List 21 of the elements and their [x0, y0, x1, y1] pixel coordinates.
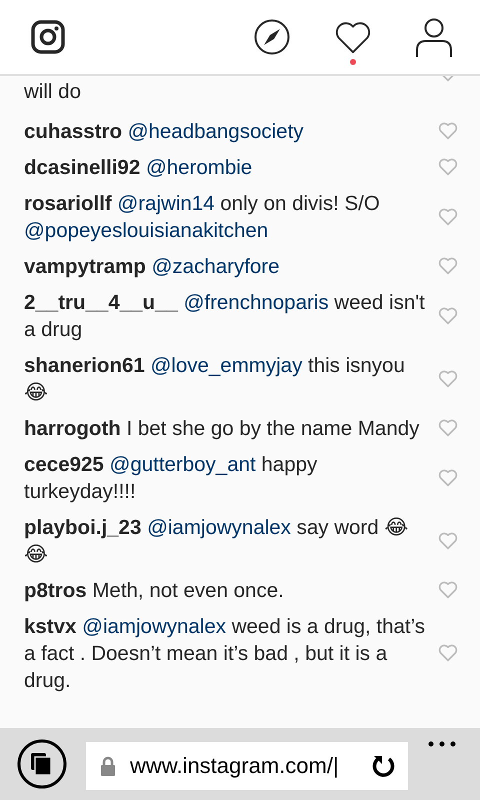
- comment-text: will do: [24, 79, 82, 105]
- refresh-icon[interactable]: [372, 754, 396, 778]
- comment-text: p8tros Meth, not even once.: [24, 578, 285, 604]
- lock-icon: [100, 756, 116, 776]
- comment-text: cuhasstro @headbangsociety: [24, 118, 305, 144]
- comment-text: dcasinelli92 @herombie: [24, 154, 254, 180]
- compass-icon[interactable]: [254, 19, 290, 55]
- more-icon[interactable]: [427, 740, 457, 748]
- comment-text: cece925 @gutterboy_ant happy turkeyday!!!!: [24, 452, 318, 504]
- comment-text: rosariollf @rajwin14 only on divis! S/O @popeyeslouisianakitchen: [24, 190, 381, 244]
- tabs-icon[interactable]: [17, 739, 67, 789]
- comment-text: playboi.j_23 @iamjowynalex say word 😂😂: [24, 514, 410, 568]
- comment-text: harrogoth I bet she go by the name Mandy: [24, 416, 420, 442]
- person-icon[interactable]: [416, 17, 452, 57]
- comment-text: vampytramp @zacharyfore: [24, 254, 281, 280]
- comment-text: kstvx @iamjowynalex weed is a drug, that’s a fact . Doesn’t mean it’s bad , but it is a drug.: [24, 614, 426, 694]
- comment-text: shanerion61 @love_emmyjay this isnyou 😂: [24, 352, 406, 406]
- address-field[interactable]: www.instagram.com/|: [86, 742, 408, 790]
- comment-text: 2__tru__4__u__ @frenchnoparis weed isn't a drug: [24, 290, 426, 342]
- camera-icon[interactable]: [31, 20, 65, 54]
- url-text: www.instagram.com/|: [130, 753, 340, 779]
